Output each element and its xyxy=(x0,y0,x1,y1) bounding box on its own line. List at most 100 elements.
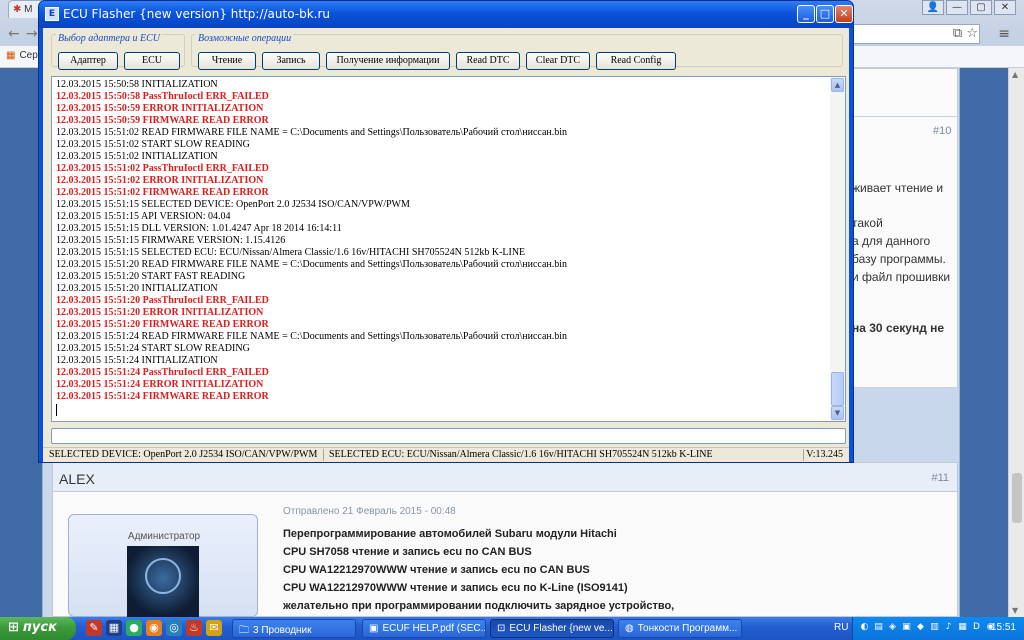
close-button[interactable]: ✕ xyxy=(835,5,853,23)
clear-dtc-button[interactable]: Clear DTC xyxy=(526,52,590,70)
text-caret xyxy=(56,404,57,416)
read-button[interactable]: Чтение xyxy=(198,52,256,70)
log-line: 12.03.2015 15:51:02 INITIALIZATION xyxy=(56,151,218,162)
status-version: V:13.245 xyxy=(806,449,843,460)
tray-icon[interactable]: ♪ xyxy=(943,621,954,634)
quick-launch-icon[interactable]: ▦ xyxy=(106,620,122,636)
taskbar-item-chrome[interactable]: ◍ Тонкости Программ... xyxy=(618,619,742,638)
post-text-line: CPU WA12212970WWW чтение и запись ecu по… xyxy=(283,564,590,576)
back-arrow-icon[interactable]: ← xyxy=(8,26,20,42)
taskbar-item-pdf[interactable]: ▣ ECUF HELP.pdf (SEC... xyxy=(362,619,486,638)
post-text-fragment: и файл прошивки xyxy=(852,270,951,284)
scroll-down-icon[interactable]: ▼ xyxy=(831,406,844,420)
adapter-group: Выбор адаптера и ECU Адаптер ECU xyxy=(51,33,185,70)
minimize-button[interactable]: _ xyxy=(797,5,815,23)
post-text-fragment: а для данного xyxy=(852,234,931,248)
post-text-fragment: на 30 секунд не xyxy=(852,321,945,335)
post-text-line: CPU SH7058 чтение и запись ecu по CAN BU… xyxy=(283,546,532,558)
tray-icon[interactable]: ▦ xyxy=(957,621,968,634)
scrollbar-thumb[interactable] xyxy=(1012,473,1022,523)
tray-icon[interactable]: ▣ xyxy=(901,621,912,634)
post-text-line: Перепрограммирование автомобилей Subaru … xyxy=(283,528,617,540)
profile-icon[interactable]: 👤 xyxy=(922,0,944,15)
scrollbar-thumb[interactable] xyxy=(831,372,844,406)
window-client: Выбор адаптера и ECU Адаптер ECU Возможн… xyxy=(43,28,849,460)
log-line: 12.03.2015 15:51:15 SELECTED DEVICE: Ope… xyxy=(56,199,410,210)
log-line-error: 12.03.2015 15:50:58 PassThruIoctl ERR_FA… xyxy=(56,91,269,102)
page-scrollbar[interactable]: ▲ ▼ xyxy=(1008,68,1024,617)
user-card: Администратор xyxy=(68,514,258,618)
window-title: ECU Flasher {new version} http://auto-bk… xyxy=(63,7,331,21)
status-divider xyxy=(323,449,324,461)
quick-launch-icon[interactable]: ✎ xyxy=(86,620,102,636)
language-indicator[interactable]: RU xyxy=(834,622,848,633)
taskbar-item-ecu-flasher[interactable]: ⊡ ECU Flasher {new ve... xyxy=(490,619,614,638)
log-line-error: 12.03.2015 15:51:24 PassThruIoctl ERR_FA… xyxy=(56,367,269,378)
log-line: 12.03.2015 15:51:20 READ FIRMWARE FILE N… xyxy=(56,259,568,270)
quick-launch-icon[interactable]: ◉ xyxy=(146,620,162,636)
log-line: 12.03.2015 15:51:15 FIRMWARE VERSION: 1.… xyxy=(56,235,286,246)
log-line: 12.03.2015 15:50:58 INITIALIZATION xyxy=(56,79,218,90)
post-number[interactable]: #11 xyxy=(931,472,949,484)
minimize-icon[interactable]: — xyxy=(946,0,968,15)
log-textarea[interactable]: 12.03.2015 15:50:58 INITIALIZATION 12.03.… xyxy=(51,76,846,422)
scroll-up-icon[interactable]: ▲ xyxy=(1012,70,1018,79)
log-line: 12.03.2015 15:51:20 INITIALIZATION xyxy=(56,283,218,294)
log-line: 12.03.2015 15:51:20 START FAST READING xyxy=(56,271,246,282)
tab-favicon-icon: ✱ xyxy=(13,4,22,15)
apps-icon[interactable]: ▦ xyxy=(6,50,15,61)
scroll-down-icon[interactable]: ▼ xyxy=(1012,606,1018,615)
command-input[interactable] xyxy=(51,428,846,444)
status-ecu: SELECTED ECU: ECU/Nissan/Almera Classic/… xyxy=(329,449,713,460)
bookmark-star-icon[interactable]: ⧉ ☆ xyxy=(953,26,978,41)
log-line-error: 12.03.2015 15:51:02 FIRMWARE READ ERROR xyxy=(56,187,269,198)
tray-icon[interactable]: ◈ xyxy=(887,621,898,634)
taskbar: ⊞ пуск ✎ ▦ ● ◉ ◎ ♨ ✉ 🗀 3 Проводник ▣ ECUF H… xyxy=(0,617,1024,640)
read-dtc-button[interactable]: Read DTC xyxy=(456,52,520,70)
write-button[interactable]: Запись xyxy=(262,52,320,70)
task-label: ECUF HELP.pdf (SEC... xyxy=(382,623,486,634)
post-number[interactable]: #10 xyxy=(933,125,951,137)
tray-icon[interactable]: ▤ xyxy=(873,621,884,634)
log-line-error: 12.03.2015 15:50:59 FIRMWARE READ ERROR xyxy=(56,115,269,126)
log-line: 12.03.2015 15:51:15 SELECTED ECU: ECU/Ni… xyxy=(56,247,526,258)
log-line-error: 12.03.2015 15:51:20 ERROR INITIALIZATION xyxy=(56,307,264,318)
browser-menu-icon[interactable]: ≡ xyxy=(998,26,1010,42)
avatar[interactable] xyxy=(127,546,199,618)
task-label: 3 Проводник xyxy=(253,625,312,636)
post-author[interactable]: ALEX xyxy=(59,471,95,487)
tray-icon[interactable]: ◆ xyxy=(915,621,926,634)
quick-launch-icon[interactable]: ◎ xyxy=(166,620,182,636)
tray-icon[interactable]: ◐ xyxy=(859,621,870,634)
quick-launch-icon[interactable]: ✉ xyxy=(206,620,222,636)
start-label: пуск xyxy=(22,620,57,635)
system-tray: ◐ ▤ ◈ ▣ ◆ ▥ ♪ ▦ D ◉ 15:51 xyxy=(852,617,1024,640)
ecu-button[interactable]: ECU xyxy=(124,52,180,70)
task-label: ECU Flasher {new ve... xyxy=(509,623,613,634)
get-info-button[interactable]: Получение информации xyxy=(326,52,450,70)
adapter-button[interactable]: Адаптер xyxy=(58,52,118,70)
taskbar-item-explorer[interactable]: 🗀 3 Проводник xyxy=(232,619,356,638)
log-line: 12.03.2015 15:51:24 READ FIRMWARE FILE N… xyxy=(56,331,568,342)
tray-icon[interactable]: ▥ xyxy=(929,621,940,634)
maximize-button[interactable]: □ xyxy=(816,5,834,23)
task-label: Тонкости Программ... xyxy=(637,623,738,634)
pdf-icon: ▣ xyxy=(369,623,379,634)
clock[interactable]: 15:51 xyxy=(991,622,1016,633)
title-bar[interactable]: E ECU Flasher {new version} http://auto-… xyxy=(39,1,853,28)
quick-launch-icon[interactable]: ♨ xyxy=(186,620,202,636)
quick-launch-icon[interactable]: ● xyxy=(126,620,142,636)
tray-icon[interactable]: D xyxy=(971,621,982,634)
maximize-icon[interactable]: ▢ xyxy=(970,0,992,15)
group-label: Возможные операции xyxy=(196,33,294,44)
post-text-fragment: такой xyxy=(852,216,883,230)
start-button[interactable]: ⊞ пуск xyxy=(0,617,76,640)
log-line-error: 12.03.2015 15:51:20 FIRMWARE READ ERROR xyxy=(56,319,269,330)
close-icon[interactable]: ✕ xyxy=(994,0,1016,15)
log-line-error: 12.03.2015 15:51:24 ERROR INITIALIZATION xyxy=(56,379,264,390)
group-label: Выбор адаптера и ECU xyxy=(56,33,162,44)
log-scrollbar[interactable]: ▲ ▼ xyxy=(830,77,845,421)
forward-arrow-icon[interactable]: → xyxy=(26,26,38,42)
read-config-button[interactable]: Read Config xyxy=(596,52,676,70)
scroll-up-icon[interactable]: ▲ xyxy=(831,78,844,92)
